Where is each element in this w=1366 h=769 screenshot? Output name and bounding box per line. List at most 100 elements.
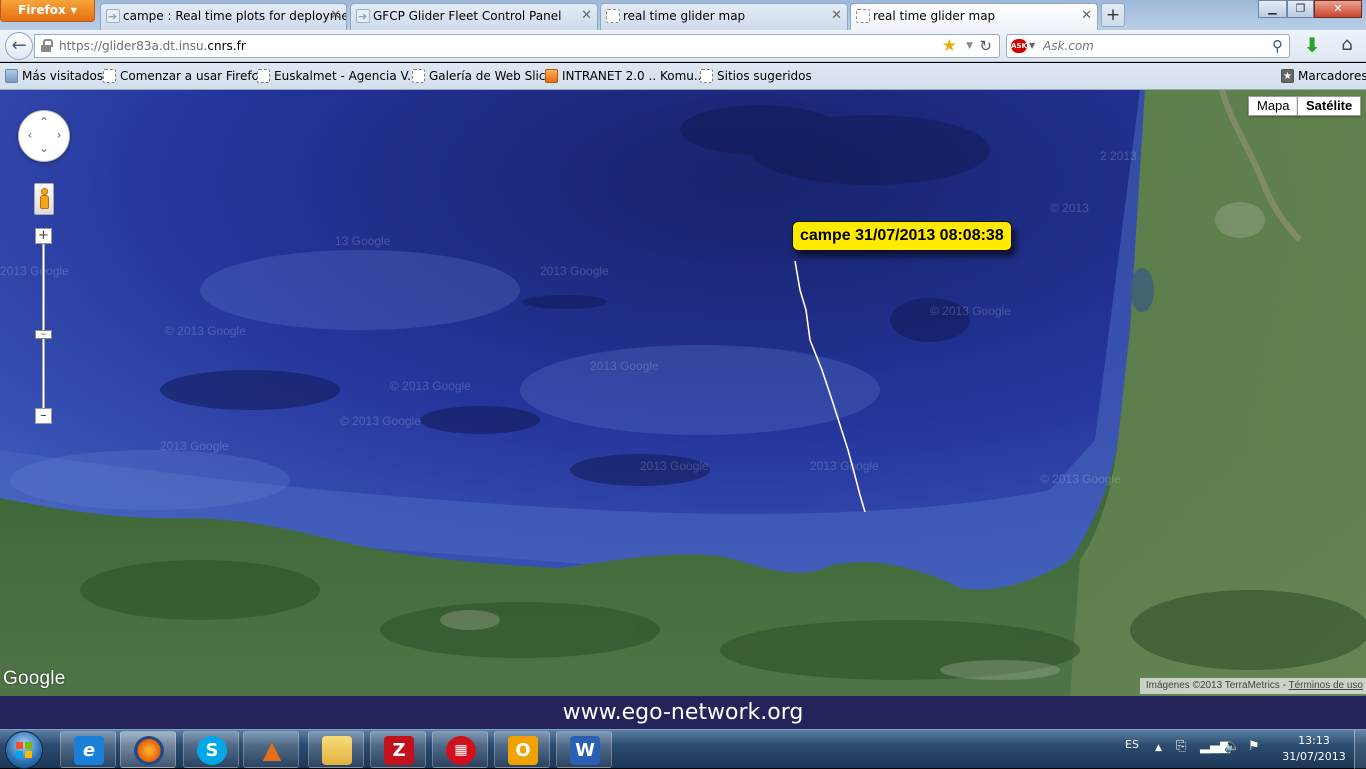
close-icon[interactable]: ✕: [330, 4, 341, 28]
svg-text:2013 Google: 2013 Google: [0, 264, 69, 278]
street-view-pegman-icon[interactable]: [34, 183, 54, 215]
pan-down-icon[interactable]: ⌄: [38, 142, 50, 154]
tray-expand-icon[interactable]: ▲: [1155, 743, 1162, 753]
engine-dropdown-icon[interactable]: ▼: [1029, 35, 1035, 57]
start-button[interactable]: [5, 731, 43, 769]
terms-of-use-link[interactable]: Términos de uso: [1289, 680, 1363, 691]
svg-text:2 2013: 2 2013: [1100, 149, 1137, 163]
bookmark-label: Sitios sugeridos: [717, 69, 812, 83]
outlook-icon: O: [508, 736, 538, 765]
svg-text:2013 Google: 2013 Google: [540, 264, 609, 278]
search-bar[interactable]: ASK ▼ ⚲: [1006, 34, 1290, 58]
language-indicator[interactable]: ES: [1125, 738, 1139, 751]
taskbar-internet-explorer[interactable]: e: [60, 731, 116, 768]
taskbar-matlab[interactable]: ▲: [243, 731, 299, 768]
zoom-in-button[interactable]: +: [35, 228, 52, 244]
back-arrow-icon: ←: [11, 35, 27, 56]
map-type-satellite-button[interactable]: Satélite: [1297, 96, 1362, 116]
pan-control[interactable]: ⌃ ⌄ ‹ ›: [18, 110, 70, 162]
history-dropdown-icon[interactable]: ▼: [966, 35, 973, 57]
usb-device-icon[interactable]: ⎘: [1176, 739, 1186, 754]
maximize-button[interactable]: ❐: [1287, 0, 1314, 18]
taskbar-firefox[interactable]: [120, 731, 176, 768]
pan-up-icon[interactable]: ⌃: [38, 116, 50, 128]
zoom-slider-thumb[interactable]: –: [35, 328, 52, 339]
bookmark-getting-started[interactable]: Comenzar a usar Firefox: [101, 63, 266, 89]
folder-icon: [5, 69, 18, 83]
taskbar-network-app[interactable]: ▦: [432, 731, 488, 768]
close-icon[interactable]: ✕: [581, 4, 592, 28]
tab-label: real time glider map: [623, 9, 746, 23]
bookmark-label: Marcadores: [1298, 69, 1366, 83]
svg-text:13 Google: 13 Google: [335, 234, 391, 248]
search-icon[interactable]: ⚲: [1272, 35, 1283, 57]
skype-icon: S: [197, 736, 227, 765]
blank-page-icon: [103, 69, 116, 83]
back-button[interactable]: ←: [5, 32, 33, 60]
tab-label: GFCP Glider Fleet Control Panel: [373, 9, 562, 23]
volume-icon[interactable]: 🔈: [1224, 739, 1240, 754]
bookmark-star-icon[interactable]: ★: [942, 35, 957, 57]
close-icon[interactable]: ✕: [831, 4, 842, 28]
browser-titlebar: Firefox ▼ campe : Real time plots for dep…: [0, 0, 1366, 30]
download-icon[interactable]: ⬇: [1301, 35, 1323, 57]
bookmark-label: Galería de Web Slice: [429, 69, 553, 83]
satellite-map[interactable]: 13 Google 2013 Google 2013 Google © 2013…: [0, 90, 1366, 696]
blank-page-icon: [856, 9, 870, 23]
bookmark-suggested-sites[interactable]: Sitios sugeridos: [698, 63, 812, 89]
zoom-out-button[interactable]: –: [35, 408, 52, 424]
home-icon[interactable]: ⌂: [1336, 35, 1358, 57]
close-icon[interactable]: ✕: [1081, 4, 1092, 28]
blank-page-icon: [412, 69, 425, 83]
map-imagery[interactable]: 13 Google 2013 Google 2013 Google © 2013…: [0, 90, 1366, 696]
tab-glider-map-1[interactable]: real time glider map ✕: [600, 3, 848, 30]
lock-icon: [41, 39, 53, 52]
taskbar-skype[interactable]: S: [183, 731, 239, 768]
svg-text:2013 Google: 2013 Google: [160, 439, 229, 453]
bookmark-label: Euskalmet - Agencia V...: [274, 69, 419, 83]
url-domain: cnrs.fr: [207, 39, 246, 53]
taskbar-outlook[interactable]: O: [494, 731, 550, 768]
glider-position-label[interactable]: campe 31/07/2013 08:08:38: [792, 221, 1012, 251]
pan-right-icon[interactable]: ›: [53, 129, 65, 141]
bookmark-web-slice[interactable]: Galería de Web Slice: [410, 63, 553, 89]
minimize-button[interactable]: ▁: [1258, 0, 1287, 18]
firefox-menu-button[interactable]: Firefox ▼: [0, 0, 95, 22]
pegman-body: [40, 195, 49, 209]
action-center-flag-icon[interactable]: ⚑: [1248, 739, 1260, 754]
bookmark-label: Comenzar a usar Firefox: [120, 69, 266, 83]
word-icon: W: [570, 736, 600, 765]
chevron-down-icon: ▼: [70, 5, 77, 15]
tab-gfcp[interactable]: GFCP Glider Fleet Control Panel ✕: [350, 3, 598, 30]
taskbar-word[interactable]: W: [556, 731, 612, 768]
url-text[interactable]: https://glider83a.dt.insu.cnrs.fr: [59, 35, 246, 57]
clock-time[interactable]: 13:13: [1288, 734, 1340, 747]
ask-engine-icon[interactable]: ASK: [1011, 39, 1027, 53]
taskbar-file-explorer[interactable]: [308, 731, 364, 768]
window-close-button[interactable]: ✕: [1314, 0, 1362, 18]
bookmark-most-visited[interactable]: Más visitados: [3, 63, 103, 89]
map-type-map-button[interactable]: Mapa: [1248, 96, 1299, 116]
pegman-head: [41, 188, 48, 195]
pan-left-icon[interactable]: ‹: [24, 129, 36, 141]
tab-campe-plots[interactable]: campe : Real time plots for deployme... …: [100, 3, 347, 30]
new-tab-button[interactable]: +: [1101, 3, 1125, 27]
svg-text:© 2013 Google: © 2013 Google: [1040, 472, 1121, 486]
attribution-text: Imágenes ©2013 TerraMetrics: [1145, 680, 1280, 691]
show-desktop-button[interactable]: [1354, 730, 1366, 769]
bookmarks-star-icon: [1281, 64, 1294, 90]
blank-page-icon: [700, 69, 713, 83]
clock-date[interactable]: 31/07/2013: [1280, 750, 1348, 763]
search-input[interactable]: [1043, 35, 1263, 57]
tab-glider-map-active[interactable]: real time glider map ✕: [850, 3, 1098, 30]
bookmark-euskalmet[interactable]: Euskalmet - Agencia V...: [255, 63, 419, 89]
taskbar-filezilla[interactable]: Z: [370, 731, 426, 768]
reload-icon[interactable]: ↻: [979, 35, 992, 57]
bookmarks-menu-button[interactable]: Marcadores: [1279, 63, 1366, 90]
bookmark-intranet[interactable]: INTRANET 2.0 .. Komu...: [543, 63, 705, 89]
page-arrow-icon: [356, 5, 370, 29]
map-attribution: Imágenes ©2013 TerraMetrics - Términos d…: [1139, 678, 1366, 694]
blank-page-icon: [257, 69, 270, 83]
blank-page-icon: [606, 9, 620, 23]
url-bar[interactable]: https://glider83a.dt.insu.cnrs.fr ★ ▼ ↻: [34, 34, 1000, 58]
